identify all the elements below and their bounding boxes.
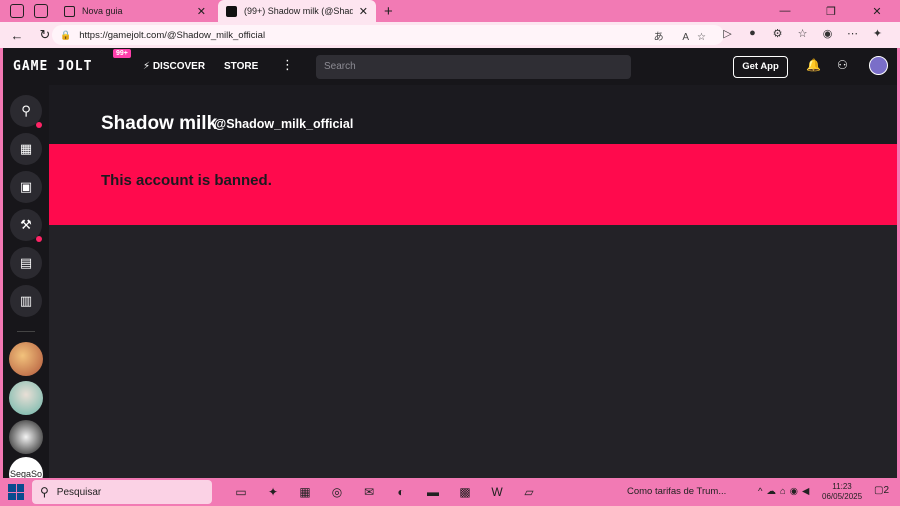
- discover-label: DISCOVER: [152, 61, 206, 72]
- windows-taskbar: ⚲ Pesquisar ▭ ✦ ▦ ◎ ✉ ◐ ▬ ▩ W ▱ Como tar…: [0, 478, 900, 506]
- clock-date: 06/05/2025: [822, 492, 863, 501]
- bell-icon[interactable]: 🔔: [806, 58, 821, 72]
- notification-count: 2: [883, 485, 890, 496]
- shelves-icon: ▥: [19, 293, 33, 308]
- store-icon: ▦: [19, 141, 33, 156]
- wps-office-icon[interactable]: W: [481, 483, 513, 501]
- address-bar[interactable]: 🔒 https://gamejolt.com/@Shadow_milk_offi…: [52, 25, 724, 45]
- taskbar-clock[interactable]: 11:23 06/05/2025: [822, 482, 862, 502]
- new-tab-button[interactable]: +: [384, 3, 393, 20]
- chrome-icon[interactable]: ◎: [321, 483, 353, 501]
- site-topbar: GAME JOLT 99+ ⚡ DISCOVER STORE ⋮ Search …: [3, 48, 897, 85]
- task-view-icon[interactable]: ▭: [225, 483, 257, 501]
- profile-header: Shadow milk @Shadow_milk_official: [49, 85, 897, 144]
- community-avatar-segaso[interactable]: SegaSo: [9, 457, 43, 478]
- tab-actions-icon[interactable]: [34, 4, 48, 18]
- broom-icon: ⚒: [20, 217, 32, 232]
- gamejolt-page: GAME JOLT 99+ ⚡ DISCOVER STORE ⋮ Search …: [3, 48, 897, 478]
- more-menu-icon[interactable]: ⋮: [281, 57, 294, 73]
- favorites-icon[interactable]: ☆: [790, 27, 815, 40]
- microsoft-store-icon[interactable]: ▦: [289, 483, 321, 501]
- workspaces-icon[interactable]: [10, 4, 24, 18]
- banned-banner: This account is banned.: [49, 144, 897, 225]
- search-icon: ⚲: [40, 485, 49, 499]
- store-link[interactable]: STORE: [224, 61, 258, 72]
- extensions-icon[interactable]: ⚙: [765, 27, 790, 40]
- community-avatar[interactable]: [9, 342, 43, 376]
- tab-shadow-milk[interactable]: (99+) Shadow milk (@Shadow_m ✕: [218, 0, 376, 22]
- gamejolt-favicon-icon: [226, 5, 237, 17]
- minimize-icon[interactable]: —: [762, 5, 808, 17]
- lock-icon[interactable]: 🔒: [60, 30, 71, 41]
- discover-link[interactable]: ⚡ DISCOVER: [143, 61, 205, 72]
- chat-icon: ▤: [19, 255, 33, 270]
- get-app-button[interactable]: Get App: [733, 56, 788, 78]
- more-icon[interactable]: ⋯: [840, 27, 865, 40]
- tab-nova-guia[interactable]: Nova guia ✕: [56, 0, 214, 22]
- notes-app-icon[interactable]: ▱: [513, 483, 545, 501]
- profile-username: @Shadow_milk_official: [214, 117, 354, 131]
- outlook-icon[interactable]: ✉: [353, 483, 385, 501]
- ban-message: This account is banned.: [101, 172, 272, 189]
- browser-tab-strip: Nova guia ✕ (99+) Shadow milk (@Shadow_m…: [0, 0, 900, 22]
- copilot-sidebar-icon[interactable]: ✦: [865, 27, 890, 40]
- profile-display-name: Shadow milk: [101, 113, 218, 134]
- compass-icon: ⚲: [21, 103, 31, 118]
- game-app-icon[interactable]: ▩: [449, 483, 481, 501]
- unread-dot: [36, 236, 42, 242]
- community-avatar[interactable]: [9, 420, 43, 454]
- close-tab-icon[interactable]: ✕: [359, 5, 368, 18]
- tab-title: (99+) Shadow milk (@Shadow_m: [244, 6, 353, 16]
- clock-time: 11:23: [832, 482, 852, 491]
- new-tab-favicon-icon: [64, 5, 75, 17]
- community-avatar[interactable]: [9, 381, 43, 415]
- copilot-icon[interactable]: ▷: [715, 27, 740, 40]
- close-tab-icon[interactable]: ✕: [197, 5, 206, 18]
- taskbar-search-label: Pesquisar: [56, 486, 102, 498]
- notification-count-badge: 99+: [113, 49, 131, 58]
- address-bar-actions: あ A☆: [653, 31, 714, 43]
- close-window-icon[interactable]: ✕: [854, 5, 900, 18]
- news-widget[interactable]: Como tarifas de Trum...: [627, 486, 726, 497]
- sidebar-divider: [17, 331, 35, 332]
- sidebar-item-store[interactable]: ▦: [10, 133, 42, 165]
- taskbar-apps: ▭ ✦ ▦ ◎ ✉ ◐ ▬ ▩ W ▱: [225, 483, 545, 501]
- browser-toolbar: ← ↻ 🔒 https://gamejolt.com/@Shadow_milk_…: [0, 22, 900, 48]
- sidebar-item-shelves[interactable]: ▥: [10, 285, 42, 317]
- unread-dot: [36, 122, 42, 128]
- sidebar-item-library[interactable]: ▣: [10, 171, 42, 203]
- notification-center-icon[interactable]: ▢2: [874, 485, 889, 496]
- file-explorer-icon[interactable]: ▬: [417, 483, 449, 501]
- user-avatar[interactable]: [869, 56, 888, 75]
- profile-icon[interactable]: ◉: [815, 27, 840, 40]
- bag-icon: ▣: [19, 179, 33, 194]
- window-controls: — ❐ ✕: [762, 0, 900, 22]
- sidebar-item-chat[interactable]: ▤: [10, 247, 42, 279]
- search-input[interactable]: Search: [316, 55, 631, 79]
- friends-icon[interactable]: ⚇: [837, 58, 848, 72]
- sidebar: ⚲ ▦ ▣ ⚒ ▤ ▥ SegaSo: [3, 85, 49, 478]
- url-text: https://gamejolt.com/@Shadow_milk_offici…: [79, 29, 266, 41]
- system-tray-icons[interactable]: ^☁⌂◉◀: [758, 486, 813, 497]
- tab-title: Nova guia: [82, 6, 123, 16]
- gamejolt-logo[interactable]: GAME JOLT: [13, 59, 92, 74]
- copilot-app-icon[interactable]: ✦: [257, 483, 289, 501]
- back-icon[interactable]: ←: [6, 28, 28, 43]
- edge-icon[interactable]: ◐: [385, 483, 417, 501]
- maximize-icon[interactable]: ❐: [808, 5, 854, 18]
- extensions-toolbar: ▷ ● ⚙ ☆ ◉ ⋯ ✦: [715, 27, 890, 40]
- taskbar-search[interactable]: ⚲ Pesquisar: [32, 480, 212, 504]
- windows-start-icon[interactable]: [8, 484, 24, 500]
- extension-icon[interactable]: ●: [740, 27, 765, 40]
- discover-icon: ⚡: [143, 61, 151, 72]
